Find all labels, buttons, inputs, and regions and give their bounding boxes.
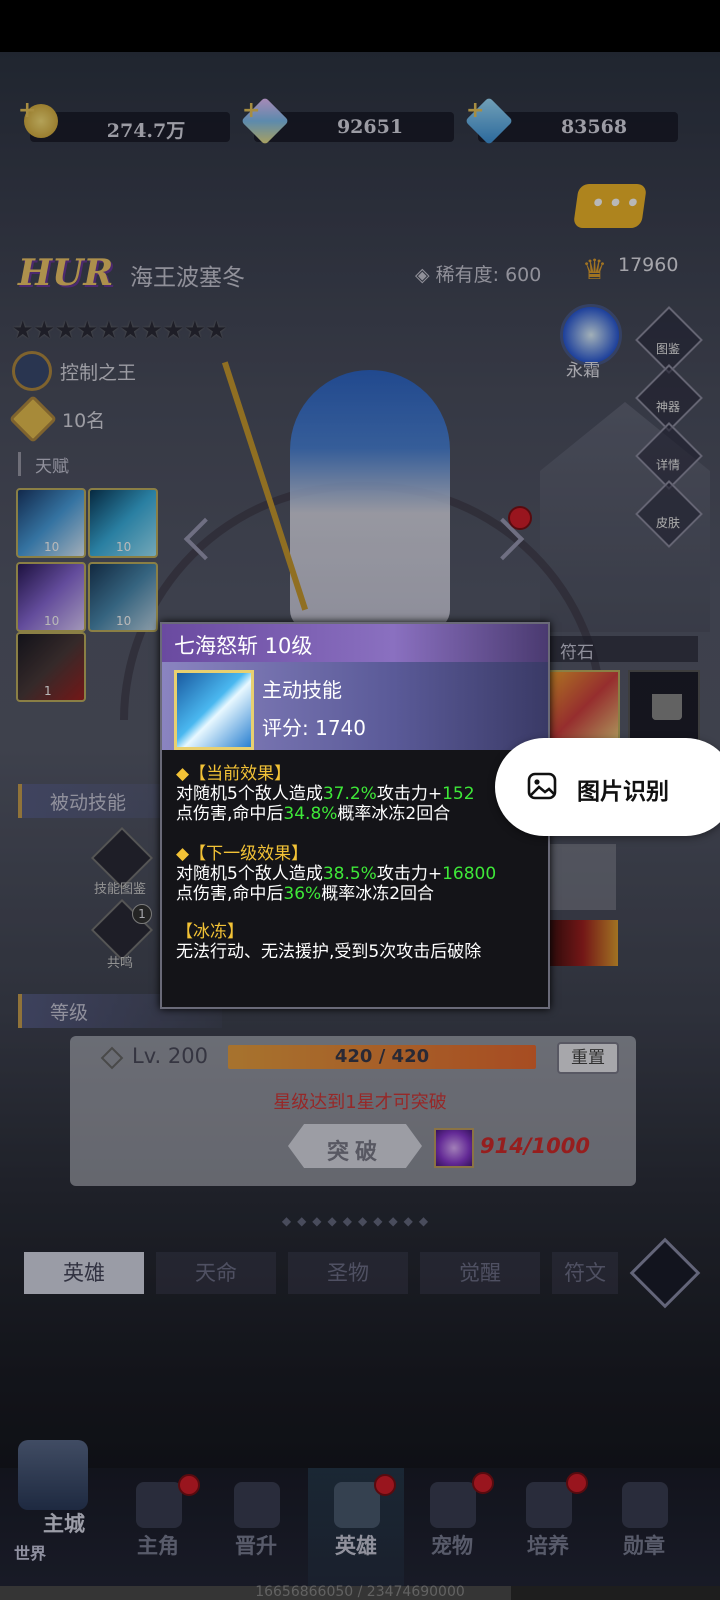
next-effect-line1: 对随机5个敌人造成38.5%攻击力+16800 [176,864,496,884]
highlight: 36% [283,884,322,904]
skill-tooltip-header: 七海怒斩 10级 [162,624,548,662]
image-recognition-button[interactable]: 图片识别 [495,738,720,836]
skill-score: 评分: 1740 [262,716,366,740]
text: 概率冰冻2回合 [321,884,435,904]
next-effect-line2: 点伤害,命中后36%概率冰冻2回合 [176,884,496,904]
skill-icon [174,670,254,750]
skill-tooltip: 七海怒斩 10级 主动技能 评分: 1740 ◆【当前效果】 对随机5个敌人造成… [160,622,550,1009]
next-effect-header: ◆【下一级效果】 [176,844,309,864]
skill-type: 主动技能 [262,678,342,702]
highlight: 38.5% [322,864,377,884]
text: 攻击力+ [376,864,443,884]
freeze-header: 【冰冻】 [176,922,244,942]
highlight: 37.2% [322,784,377,804]
freeze-effect: 【冰冻】 无法行动、无法援护,受到5次攻击后破除 [176,922,481,962]
image-icon [527,772,557,800]
text: 点伤害,命中后 [176,884,284,904]
skill-title: 七海怒斩 10级 [174,634,313,658]
text: 概率冰冻2回合 [337,804,451,824]
current-effect: ◆【当前效果】 对随机5个敌人造成37.2%攻击力+152 点伤害,命中后34.… [176,764,475,824]
text: 对随机5个敌人造成 [176,864,323,884]
status-bar [0,0,720,52]
current-effect-line2: 点伤害,命中后34.8%概率冰冻2回合 [176,804,475,824]
skill-summary: 主动技能 评分: 1740 [162,662,548,750]
highlight: 152 [442,784,475,804]
freeze-desc: 无法行动、无法援护,受到5次攻击后破除 [176,942,482,962]
highlight: 16800 [442,864,497,884]
current-effect-line1: 对随机5个敌人造成37.2%攻击力+152 [176,784,475,804]
text: 点伤害,命中后 [176,804,284,824]
current-effect-header: ◆【当前效果】 [176,764,292,784]
text: 对随机5个敌人造成 [176,784,323,804]
highlight: 34.8% [283,804,338,824]
image-recognition-label: 图片识别 [577,779,669,805]
next-effect: ◆【下一级效果】 对随机5个敌人造成38.5%攻击力+16800 点伤害,命中后… [176,844,496,904]
text: 攻击力+ [376,784,443,804]
